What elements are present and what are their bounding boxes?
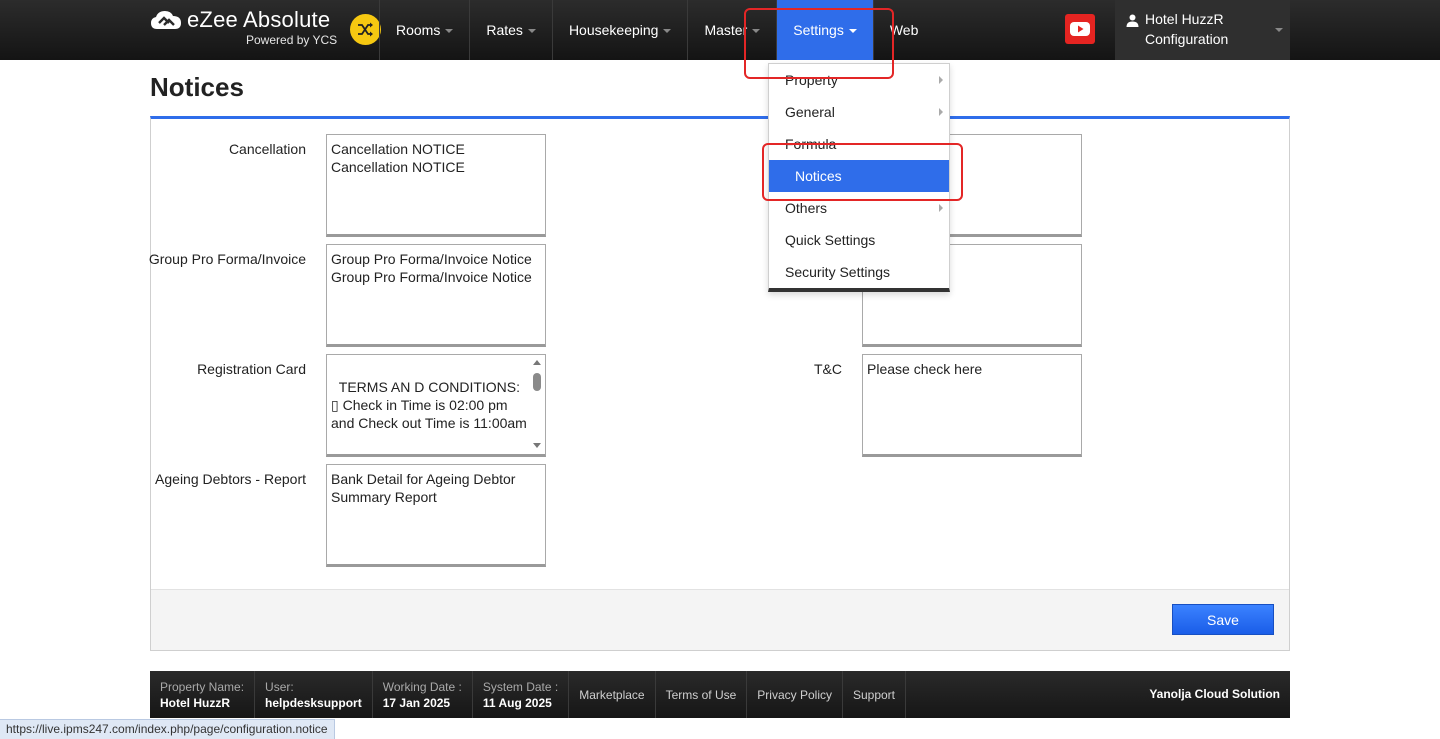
settings-menu-general-label: General bbox=[785, 104, 835, 120]
nav-housekeeping-label: Housekeeping bbox=[568, 22, 659, 38]
shuffle-icon[interactable] bbox=[350, 14, 381, 45]
nav-master-label: Master bbox=[704, 22, 748, 38]
main-nav: Rooms Rates Housekeeping Master Settings… bbox=[379, 0, 934, 60]
nav-settings-label: Settings bbox=[793, 22, 844, 38]
footer-working-date-label: Working Date : bbox=[382, 679, 462, 694]
page-title: Notices bbox=[150, 72, 244, 102]
settings-menu-others-label: Others bbox=[785, 200, 828, 216]
tc-label: T&C bbox=[814, 361, 842, 377]
footer-property-label: Property Name: bbox=[160, 679, 245, 694]
caret-down-icon bbox=[1275, 28, 1283, 32]
caret-down-icon bbox=[445, 29, 454, 33]
footer-system-date: System Date : 11 Aug 2025 bbox=[473, 671, 570, 718]
settings-menu-others[interactable]: Others bbox=[769, 192, 949, 224]
top-navbar: eZee Absolute Powered by YCS Rooms Rates… bbox=[0, 0, 1440, 60]
nav-housekeeping[interactable]: Housekeeping bbox=[551, 0, 688, 60]
chevron-right-icon bbox=[939, 108, 943, 116]
nav-web-label: Web bbox=[889, 22, 919, 38]
footer-user: User: helpdesksupport bbox=[255, 671, 373, 718]
notices-form-panel bbox=[150, 116, 1290, 651]
settings-menu-general[interactable]: General bbox=[769, 96, 949, 128]
user-section-name: Configuration bbox=[1145, 31, 1229, 47]
chevron-right-icon bbox=[939, 204, 943, 212]
caret-down-icon bbox=[848, 29, 857, 33]
nav-rooms-label: Rooms bbox=[396, 22, 441, 38]
tc-textarea[interactable]: Please check here bbox=[862, 354, 1082, 457]
user-menu[interactable]: Hotel HuzzR Configuration bbox=[1115, 0, 1290, 60]
scroll-up-arrow-icon[interactable] bbox=[533, 360, 541, 365]
footer-link-support[interactable]: Support bbox=[843, 671, 907, 718]
caret-down-icon bbox=[527, 29, 536, 33]
save-button[interactable]: Save bbox=[1172, 604, 1274, 635]
settings-menu-quick-settings[interactable]: Quick Settings bbox=[769, 224, 949, 256]
group-proforma-notice-textarea[interactable]: Group Pro Forma/Invoice Notice Group Pro… bbox=[326, 244, 546, 347]
footer-property: Property Name: Hotel HuzzR bbox=[150, 671, 256, 718]
youtube-icon[interactable] bbox=[1065, 14, 1095, 44]
scroll-down-arrow-icon[interactable] bbox=[533, 443, 541, 448]
nav-web[interactable]: Web bbox=[872, 0, 935, 60]
status-footer: Property Name: Hotel HuzzR User: helpdes… bbox=[150, 671, 1290, 718]
settings-menu-security-settings-label: Security Settings bbox=[785, 264, 891, 280]
caret-down-icon bbox=[663, 29, 672, 33]
footer-working-date-value: 17 Jan 2025 bbox=[382, 695, 451, 710]
cancellation-notice-textarea[interactable]: Cancellation NOTICE Cancellation NOTICE bbox=[326, 134, 546, 237]
settings-menu-property[interactable]: Property bbox=[769, 64, 949, 96]
ageing-debtors-textarea[interactable]: Bank Detail for Ageing Debtor Summary Re… bbox=[326, 464, 546, 567]
user-icon bbox=[1126, 14, 1139, 27]
logo-subtitle: Powered by YCS bbox=[246, 33, 338, 47]
app-logo[interactable]: eZee Absolute Powered by YCS bbox=[150, 6, 381, 54]
user-hotel-name: Hotel HuzzR bbox=[1145, 11, 1224, 27]
nav-rates-label: Rates bbox=[486, 22, 523, 38]
footer-user-value: helpdesksupport bbox=[265, 695, 362, 710]
settings-menu-quick-settings-label: Quick Settings bbox=[785, 232, 876, 248]
settings-dropdown-menu: Property General Formula Notices Others … bbox=[768, 63, 950, 292]
browser-status-url: https://live.ipms247.com/index.php/page/… bbox=[0, 719, 335, 739]
footer-system-date-value: 11 Aug 2025 bbox=[482, 695, 552, 710]
ageing-debtors-label: Ageing Debtors - Report bbox=[155, 471, 306, 487]
footer-link-marketplace[interactable]: Marketplace bbox=[569, 671, 656, 718]
footer-working-date: Working Date : 17 Jan 2025 bbox=[373, 671, 473, 718]
footer-company-name: Yanolja Cloud Solution bbox=[1149, 687, 1280, 701]
nav-rooms[interactable]: Rooms bbox=[379, 0, 469, 60]
settings-menu-security-settings[interactable]: Security Settings bbox=[769, 256, 949, 288]
group-proforma-label: Group Pro Forma/Invoice bbox=[148, 251, 306, 267]
nav-master[interactable]: Master bbox=[687, 0, 776, 60]
settings-menu-formula-label: Formula bbox=[785, 136, 837, 152]
logo-title: eZee Absolute bbox=[187, 7, 331, 32]
cloud-logo-icon bbox=[151, 11, 181, 29]
caret-down-icon bbox=[752, 29, 761, 33]
settings-menu-notices-label: Notices bbox=[795, 168, 842, 184]
settings-menu-notices[interactable]: Notices bbox=[769, 160, 949, 192]
nav-rates[interactable]: Rates bbox=[469, 0, 552, 60]
settings-menu-formula[interactable]: Formula bbox=[769, 128, 949, 160]
scroll-thumb[interactable] bbox=[533, 373, 541, 391]
registration-card-label: Registration Card bbox=[197, 361, 306, 377]
footer-system-date-label: System Date : bbox=[482, 679, 559, 694]
footer-user-label: User: bbox=[265, 679, 294, 694]
footer-link-terms[interactable]: Terms of Use bbox=[656, 671, 748, 718]
nav-settings[interactable]: Settings bbox=[776, 0, 873, 60]
form-action-bar bbox=[151, 589, 1289, 650]
cancellation-label: Cancellation bbox=[228, 141, 306, 157]
chevron-right-icon bbox=[939, 76, 943, 84]
footer-property-value: Hotel HuzzR bbox=[160, 695, 230, 710]
registration-card-text: TERMS AN D CONDITIONS: ▯ Check in Time i… bbox=[331, 379, 527, 431]
footer-link-privacy[interactable]: Privacy Policy bbox=[747, 671, 843, 718]
registration-card-textarea[interactable]: TERMS AN D CONDITIONS: ▯ Check in Time i… bbox=[326, 354, 546, 457]
textarea-scrollbar[interactable] bbox=[531, 357, 543, 451]
settings-menu-property-label: Property bbox=[785, 72, 838, 88]
